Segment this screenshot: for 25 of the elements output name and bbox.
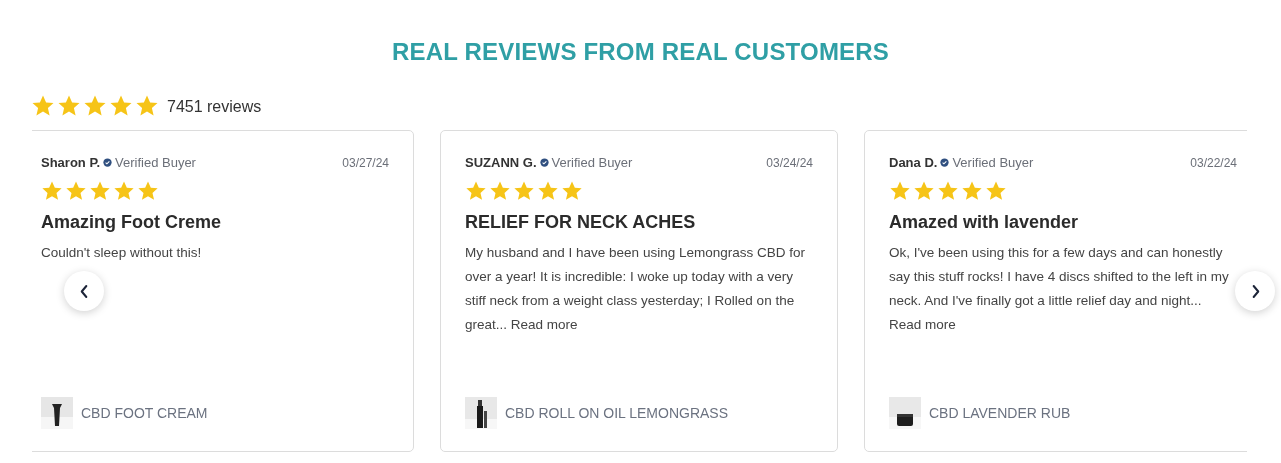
review-text: Ok, I've been using this for a few days and can honestly say this stuff rocks! I have 4 discs shifted to the left in my neck. And I've finally got a little relief day and night... Read more <box>889 244 1230 334</box>
verified-label: Verified Buyer <box>551 155 633 170</box>
review-text: My husband and I have been using Lemongrass CBD for over a year! It is incredible: I woke up today with a very stiff neck from a weight class yesterday; I Rolled on the great... Read more <box>465 244 806 334</box>
product-name[interactable]: CBD LAVENDER RUB <box>929 405 1071 421</box>
review-title: Amazed with lavender <box>889 212 1080 233</box>
verified-label: Verified Buyer <box>952 155 1034 170</box>
previous-button[interactable] <box>64 271 104 311</box>
review-count: 7451 reviews <box>167 98 262 116</box>
reviewer-name: Sharon P. <box>41 155 100 170</box>
review-date: 03/22/24 <box>1190 155 1237 170</box>
review-title: Amazing Foot Creme <box>41 212 223 233</box>
review-date: 03/24/24 <box>766 155 813 170</box>
review-date: 03/27/24 <box>342 155 389 170</box>
reviewer-name: SUZANN G. <box>465 155 537 170</box>
reviewer-name: Dana D. <box>889 155 938 170</box>
review-text: Couldn't sleep without this! <box>41 244 203 262</box>
product-name[interactable]: CBD ROLL ON OIL LEMONGRASS <box>505 405 728 421</box>
read-more-link[interactable]: Read more <box>510 317 578 332</box>
product-name[interactable]: CBD FOOT CREAM <box>81 405 208 421</box>
section-heading: REAL REVIEWS FROM REAL CUSTOMERS <box>390 37 891 66</box>
chevron-icon <box>78 283 90 299</box>
next-button[interactable] <box>1235 271 1275 311</box>
review-title: RELIEF FOR NECK ACHES <box>465 212 697 233</box>
verified-label: Verified Buyer <box>115 155 196 170</box>
read-more-link[interactable]: Read more <box>889 317 956 332</box>
